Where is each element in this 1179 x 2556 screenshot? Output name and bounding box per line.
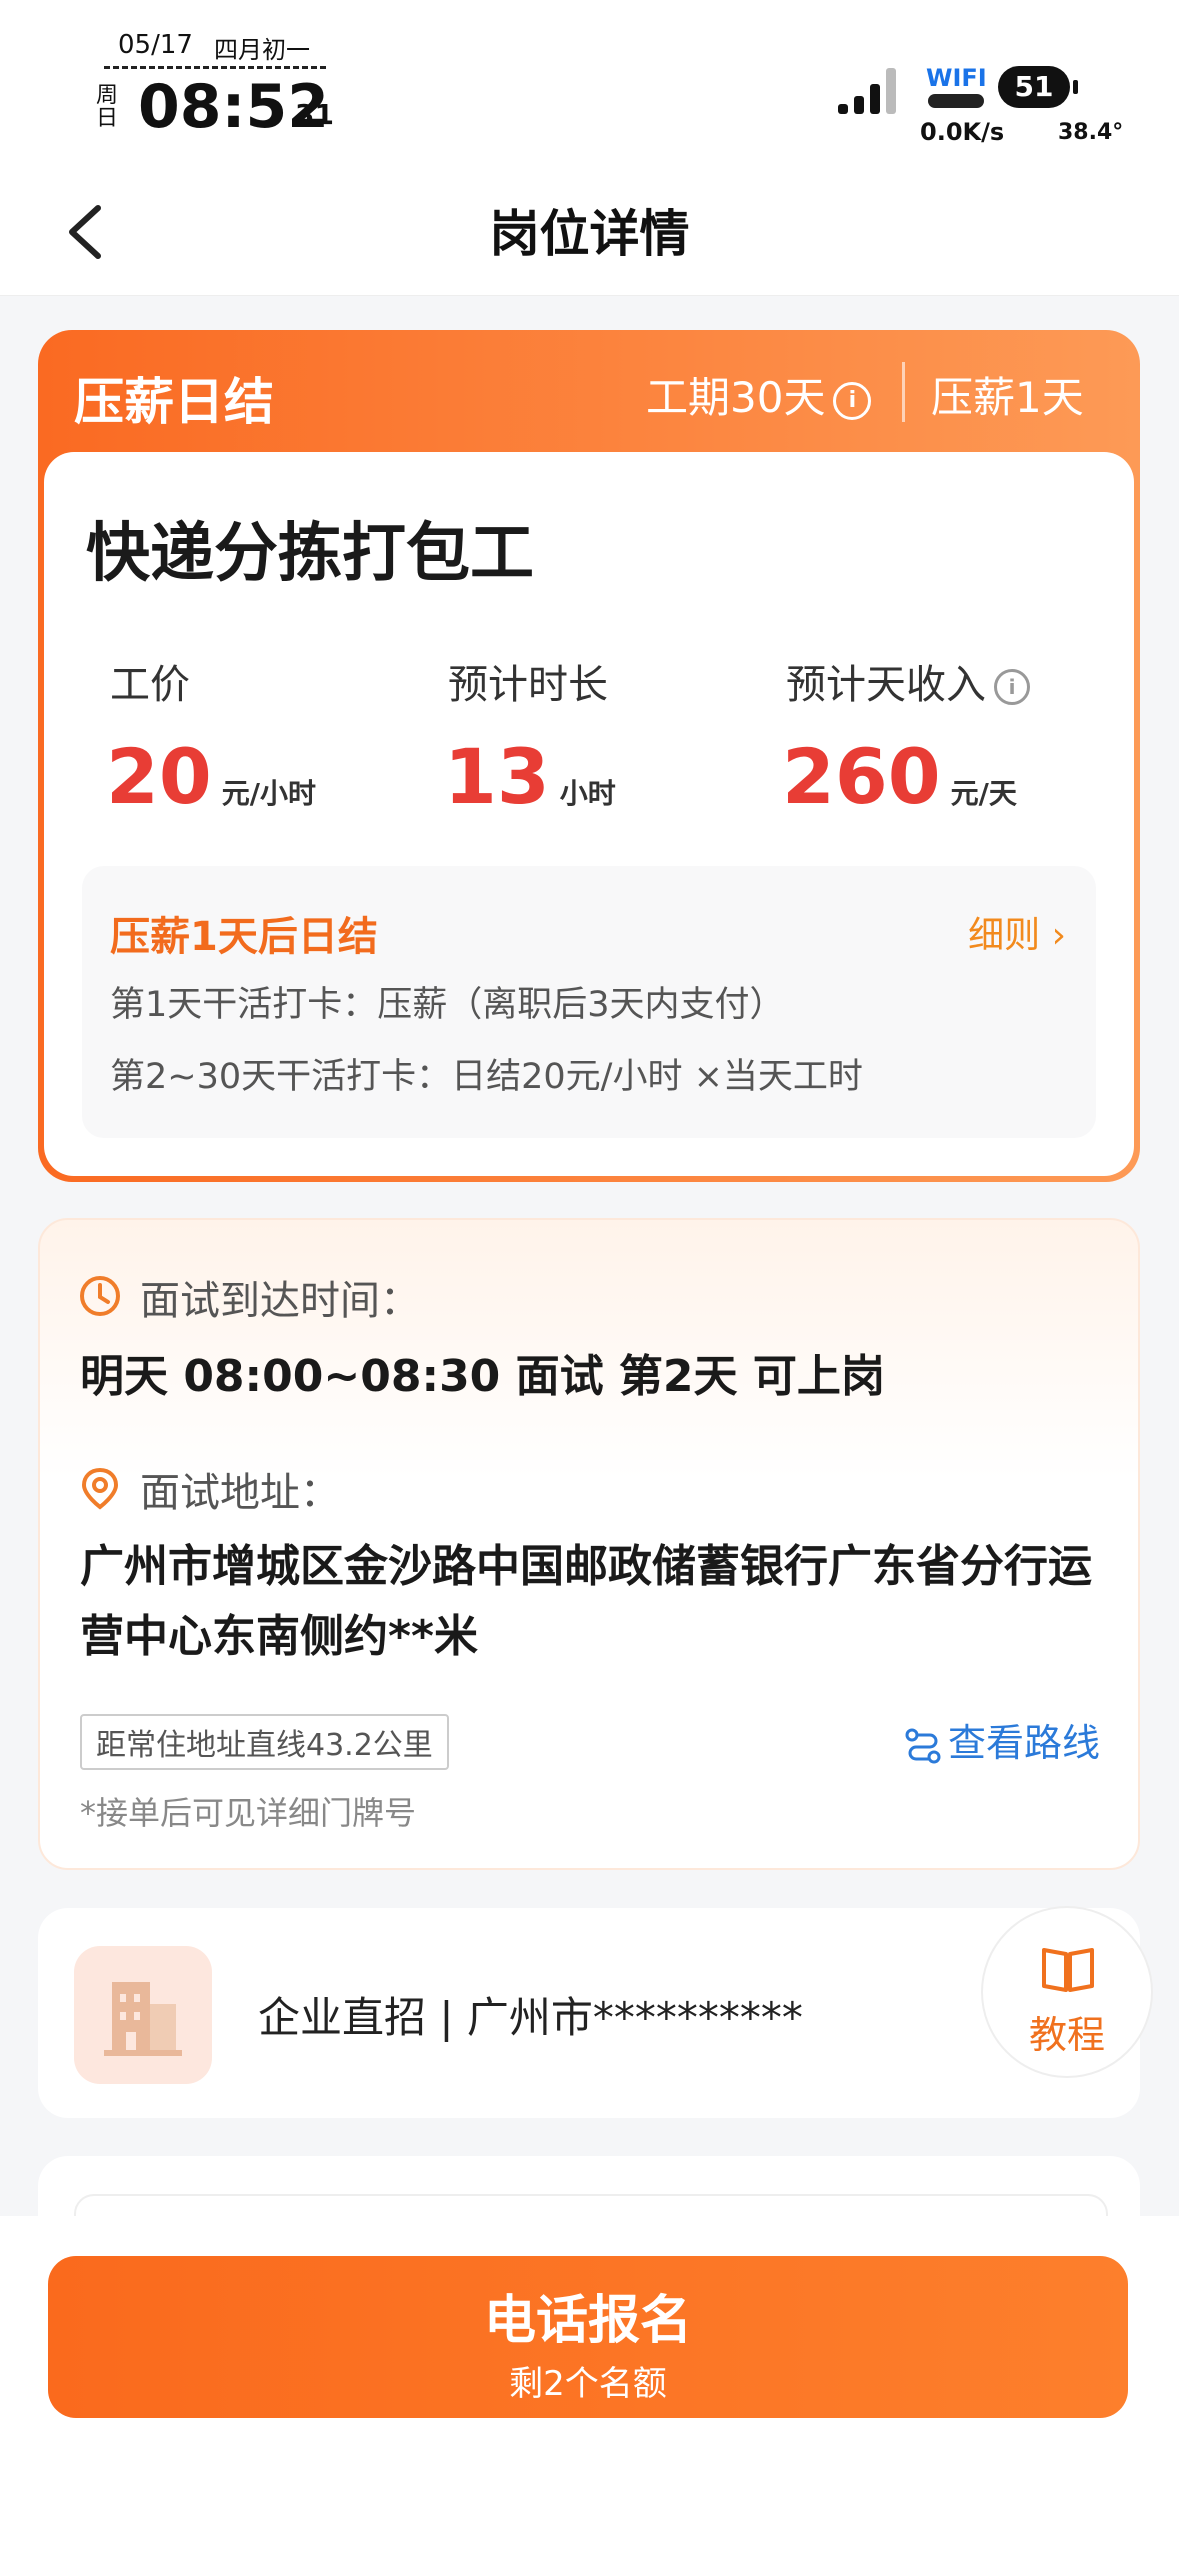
info-icon[interactable]: i: [994, 669, 1030, 705]
salary-hold: 压薪1天: [931, 373, 1084, 422]
page-title: 岗位详情: [489, 205, 690, 263]
book-icon: [1042, 1948, 1094, 1992]
job-card: 压薪日结 工期30天 i 压薪1天 快递分拣打包工 工价 预计时长 预计天收入 i …: [38, 330, 1140, 1182]
wage-number: 20: [106, 732, 212, 821]
status-date: 05/17: [118, 30, 193, 60]
company-info: 企业直招 | 广州市**********: [258, 1993, 803, 2042]
battery-icon: 51: [998, 66, 1078, 108]
daily-income-label-text: 预计天收入: [786, 662, 986, 708]
duration-number: 13: [444, 732, 550, 821]
wage-label: 工价: [110, 662, 190, 708]
rule-details-link[interactable]: 细则 ›: [968, 906, 1066, 958]
interview-time-label: 面试到达时间：: [140, 1278, 420, 1324]
rule-title: 压薪1天后日结: [110, 914, 378, 960]
wage-value: 20 元/小时: [106, 732, 316, 821]
job-card-body: 快递分拣打包工 工价 预计时长 预计天收入 i 20 元/小时 13 小时 260 元/…: [44, 452, 1134, 1176]
status-weekday: 周日: [96, 83, 119, 131]
signal-icon: [838, 68, 896, 114]
rule-line-1: 第1天干活打卡：压薪（离职后3天内支付）: [110, 985, 785, 1025]
work-period[interactable]: 工期30天 i: [646, 364, 872, 425]
daily-income-label[interactable]: 预计天收入 i: [786, 652, 1030, 710]
bottom-action-bar: 电话报名 剩2个名额: [0, 2216, 1179, 2556]
nav-bar: 岗位详情: [0, 170, 1179, 296]
address-note: *接单后可见详细门牌号: [80, 1794, 417, 1832]
interview-time-value: 明天 08:00~08:30 面试 第2天 可上岗: [80, 1351, 885, 1402]
status-lunar-date: 四月初一: [214, 36, 310, 64]
building-icon: [104, 1982, 182, 2056]
tutorial-button[interactable]: 教程: [981, 1906, 1153, 2078]
route-icon: [905, 1728, 941, 1763]
rule-line-2: 第2~30天干活打卡：日结20元/小时 ×当天工时: [110, 1057, 863, 1097]
view-route-link[interactable]: 查看路线: [904, 1712, 1100, 1767]
rule-details-label: 细则: [968, 915, 1041, 956]
settlement-rule-box: 压薪1天后日结 细则 › 第1天干活打卡：压薪（离职后3天内支付） 第2~30天…: [82, 866, 1096, 1138]
view-route-label: 查看路线: [947, 1721, 1100, 1765]
chevron-right-icon: ›: [1051, 915, 1066, 956]
header-divider: [902, 362, 905, 422]
job-title: 快递分拣打包工: [86, 517, 534, 591]
duration-value: 13 小时: [444, 732, 616, 821]
info-icon[interactable]: i: [833, 381, 872, 420]
duration-unit: 小时: [559, 777, 616, 810]
work-period-label: 工期30天: [646, 373, 826, 422]
wifi-dots-icon: [928, 94, 984, 108]
company-logo: [74, 1946, 212, 2084]
status-bar: 05/17 四月初一 周日 08:52 31 WIFI 51 0.0K/s 38…: [0, 0, 1179, 170]
next-section-card: [38, 2156, 1140, 2238]
remaining-slots: 剩2个名额: [509, 2364, 667, 2404]
daily-income-value: 260 元/天: [782, 732, 1017, 821]
interview-address-label: 面试地址：: [140, 1470, 340, 1516]
daily-income-number: 260: [782, 732, 941, 821]
job-card-header-title: 压薪日结: [74, 373, 274, 431]
status-seconds: 31: [295, 98, 334, 131]
clock-icon: [80, 1276, 120, 1316]
wage-unit: 元/小时: [221, 777, 316, 810]
network-speed: 0.0K/s: [920, 118, 1005, 146]
status-divider: [104, 66, 326, 69]
phone-signup-label: 电话报名: [483, 2291, 692, 2351]
duration-label: 预计时长: [448, 662, 608, 708]
temperature: 38.4°: [1058, 120, 1124, 145]
daily-income-unit: 元/天: [950, 777, 1017, 810]
wifi-icon: WIFI: [926, 64, 987, 92]
company-card[interactable]: 企业直招 | 广州市**********: [38, 1908, 1140, 2118]
location-pin-icon: [81, 1467, 119, 1510]
tutorial-label: 教程: [1028, 2013, 1105, 2057]
interview-address-value: 广州市增城区金沙路中国邮政储蓄银行广东省分行运营中心东南侧约**米: [80, 1541, 1092, 1662]
interview-card: 面试到达时间： 明天 08:00~08:30 面试 第2天 可上岗 面试地址： …: [38, 1218, 1140, 1870]
distance-tag: 距常住地址直线43.2公里: [80, 1714, 449, 1770]
phone-signup-button[interactable]: 电话报名 剩2个名额: [48, 2256, 1128, 2418]
